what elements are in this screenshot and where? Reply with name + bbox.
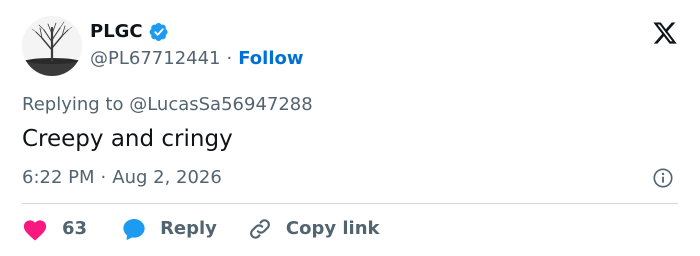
link-icon [247, 216, 273, 242]
speech-bubble-icon [121, 216, 147, 242]
copy-link-label: Copy link [285, 218, 380, 239]
divider [22, 203, 678, 204]
info-icon[interactable] [652, 167, 674, 189]
tweet-time: 6:22 PM [22, 167, 95, 188]
author-handle-row: @PL67712441 · Follow [90, 48, 304, 70]
author-name-row: PLGC [90, 21, 169, 43]
reply-label: Reply [160, 218, 217, 239]
follow-button[interactable]: Follow [238, 48, 303, 70]
author-name[interactable]: PLGC [90, 21, 143, 43]
tweet-timestamp[interactable]: 6:22 PM · Aug 2, 2026 [22, 167, 222, 189]
tweet-text: Creepy and cringy [22, 126, 233, 152]
copy-link-button[interactable]: Copy link [247, 216, 380, 242]
like-count: 63 [62, 218, 88, 239]
like-button[interactable]: 63 [22, 217, 87, 241]
reply-button[interactable]: Reply [121, 216, 217, 242]
tweet-actions: 63 Reply Copy link [22, 216, 380, 242]
tweet-date: Aug 2, 2026 [112, 167, 222, 188]
x-logo-icon[interactable] [652, 20, 678, 46]
avatar[interactable] [22, 16, 82, 76]
verified-badge-icon [149, 22, 169, 42]
bare-tree-avatar-image [22, 16, 82, 76]
author-handle[interactable]: @PL67712441 [90, 48, 221, 70]
handle-separator: · [226, 48, 233, 69]
replying-to-text[interactable]: Replying to @LucasSa56947288 [22, 94, 313, 116]
embedded-tweet-card: PLGC @PL67712441 · Follow Replying to @L… [0, 0, 700, 256]
heart-icon [22, 217, 48, 241]
meta-separator: · [100, 167, 107, 188]
